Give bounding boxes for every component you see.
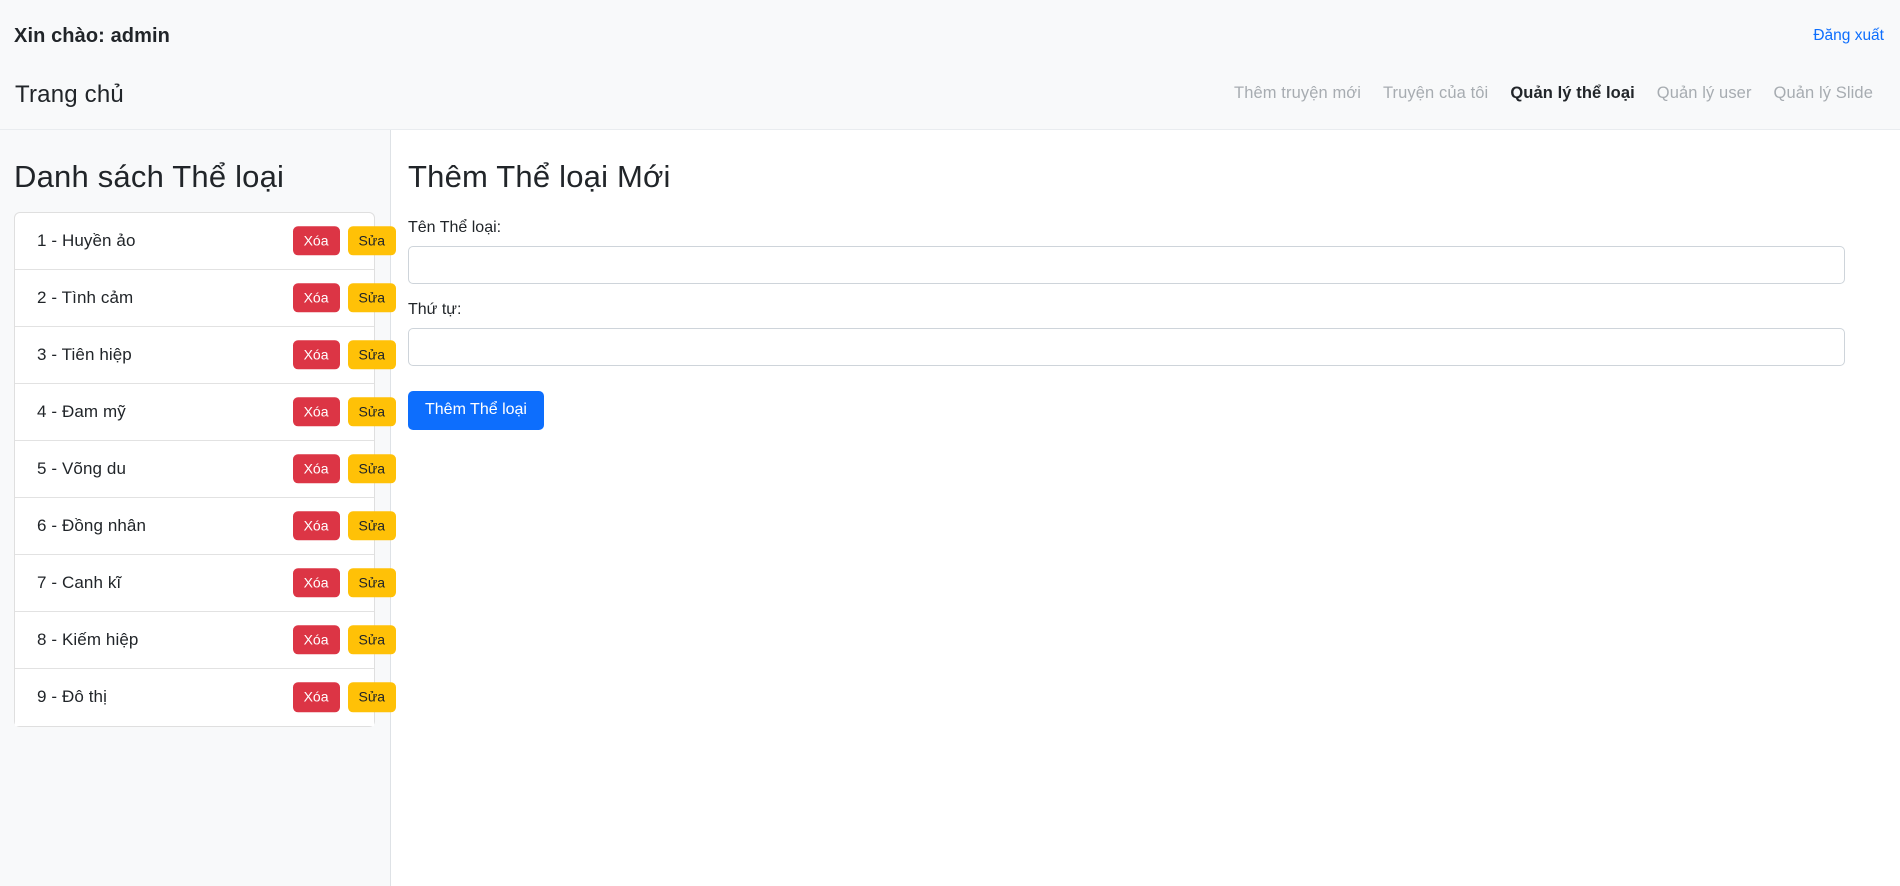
row-actions: Xóa Sửa	[292, 682, 396, 712]
row-actions: Xóa Sửa	[292, 625, 396, 655]
row-actions: Xóa Sửa	[292, 226, 396, 256]
row-actions: Xóa Sửa	[292, 283, 396, 313]
add-category-button[interactable]: Thêm Thể loại	[408, 390, 544, 430]
delete-button[interactable]: Xóa	[292, 283, 340, 313]
list-item: 6 - Đồng nhân Xóa Sửa	[15, 497, 396, 555]
nav-item-quan-ly-the-loai[interactable]: Quản lý thể loại	[1499, 84, 1645, 103]
delete-button[interactable]: Xóa	[292, 340, 340, 370]
logout-link[interactable]: Đăng xuất	[1813, 27, 1884, 45]
page-title: Thêm Thể loại Mới	[408, 159, 671, 194]
edit-button[interactable]: Sửa	[347, 568, 396, 598]
add-category-form: Tên Thể loại: Thứ tự: Thêm Thể loại	[408, 219, 1845, 430]
list-item: 3 - Tiên hiệp Xóa Sửa	[15, 326, 396, 384]
edit-button[interactable]: Sửa	[347, 397, 396, 427]
category-name-input[interactable]	[408, 245, 1845, 284]
category-label: 7 - Canh kĩ	[37, 572, 122, 592]
list-item: 2 - Tình cảm Xóa Sửa	[15, 269, 396, 327]
main-navigation: Thêm truyện mới Truyện của tôi Quản lý t…	[1223, 84, 1884, 103]
delete-button[interactable]: Xóa	[292, 226, 340, 256]
nav-item-quan-ly-user[interactable]: Quản lý user	[1646, 84, 1763, 103]
edit-button[interactable]: Sửa	[347, 226, 396, 256]
row-actions: Xóa Sửa	[292, 397, 396, 427]
category-label: 9 - Đô thị	[37, 687, 107, 707]
row-actions: Xóa Sửa	[292, 511, 396, 541]
row-actions: Xóa Sửa	[292, 340, 396, 370]
top-header: Xin chào: admin Đăng xuất Trang chủ Thêm…	[0, 0, 1900, 130]
edit-button[interactable]: Sửa	[347, 511, 396, 541]
edit-button[interactable]: Sửa	[347, 682, 396, 712]
greeting-text: Xin chào: admin	[14, 25, 170, 47]
category-label: 1 - Huyền ảo	[37, 230, 136, 250]
category-label: 8 - Kiếm hiệp	[37, 629, 139, 649]
list-item: 1 - Huyền ảo Xóa Sửa	[15, 212, 396, 270]
delete-button[interactable]: Xóa	[292, 454, 340, 484]
list-item: 8 - Kiếm hiệp Xóa Sửa	[15, 611, 396, 669]
category-order-input[interactable]	[408, 327, 1845, 366]
field-group-name: Tên Thể loại:	[408, 219, 1845, 284]
delete-button[interactable]: Xóa	[292, 511, 340, 541]
category-label: 5 - Võng du	[37, 458, 126, 478]
row-actions: Xóa Sửa	[292, 568, 396, 598]
category-label: 2 - Tình cảm	[37, 287, 134, 307]
list-item: 9 - Đô thị Xóa Sửa	[15, 668, 396, 726]
list-item: 5 - Võng du Xóa Sửa	[15, 440, 396, 498]
submit-row: Thêm Thể loại	[408, 390, 1845, 430]
delete-button[interactable]: Xóa	[292, 568, 340, 598]
edit-button[interactable]: Sửa	[347, 340, 396, 370]
page-body: Danh sách Thể loại 1 - Huyền ảo Xóa Sửa …	[0, 130, 1900, 886]
delete-button[interactable]: Xóa	[292, 625, 340, 655]
category-label: 6 - Đồng nhân	[37, 515, 147, 535]
nav-item-quan-ly-slide[interactable]: Quản lý Slide	[1763, 84, 1884, 103]
edit-button[interactable]: Sửa	[347, 454, 396, 484]
edit-button[interactable]: Sửa	[347, 625, 396, 655]
category-list: 1 - Huyền ảo Xóa Sửa 2 - Tình cảm Xóa Sử…	[14, 211, 396, 727]
list-item: 4 - Đam mỹ Xóa Sửa	[15, 383, 396, 441]
category-name-label: Tên Thể loại:	[408, 218, 502, 236]
list-item: 7 - Canh kĩ Xóa Sửa	[15, 554, 396, 612]
row-actions: Xóa Sửa	[292, 454, 396, 484]
edit-button[interactable]: Sửa	[347, 283, 396, 313]
add-category-panel: Thêm Thể loại Mới Tên Thể loại: Thứ tự: …	[391, 130, 1900, 886]
category-label: 3 - Tiên hiệp	[37, 344, 132, 364]
category-list-panel: Danh sách Thể loại 1 - Huyền ảo Xóa Sửa …	[0, 130, 396, 886]
nav-item-them-truyen-moi[interactable]: Thêm truyện mới	[1223, 84, 1372, 103]
field-group-order: Thứ tự:	[408, 301, 1845, 366]
delete-button[interactable]: Xóa	[292, 682, 340, 712]
nav-item-truyen-cua-toi[interactable]: Truyện của tôi	[1372, 84, 1499, 103]
category-list-title: Danh sách Thể loại	[14, 159, 285, 194]
home-brand-link[interactable]: Trang chủ	[15, 81, 124, 109]
delete-button[interactable]: Xóa	[292, 397, 340, 427]
category-label: 4 - Đam mỹ	[37, 401, 126, 421]
category-order-label: Thứ tự:	[408, 300, 462, 318]
